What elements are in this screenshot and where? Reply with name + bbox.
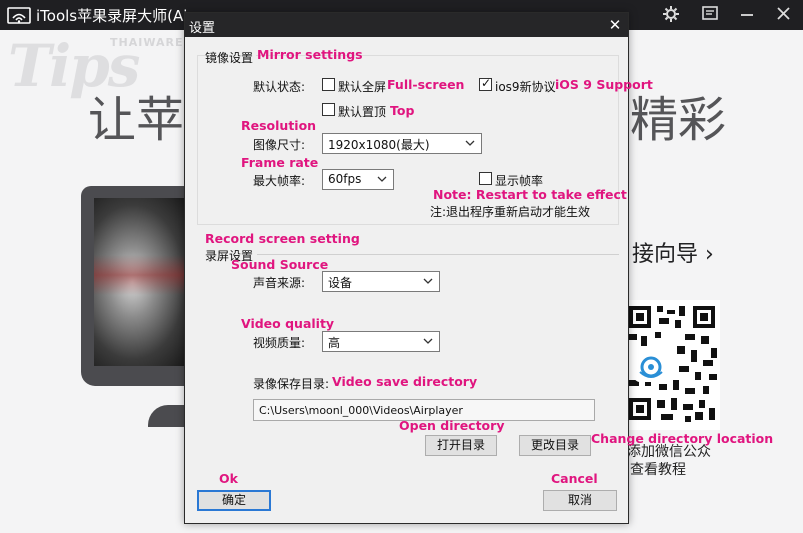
- resolution-annotation: Resolution: [241, 118, 317, 133]
- frame-rate-label: 最大帧率:: [253, 174, 306, 188]
- connect-guide-link[interactable]: 接向导 ›: [632, 236, 714, 268]
- open-dir-annotation: Open directory: [399, 418, 505, 433]
- save-dir-label: 录像保存目录:: [253, 377, 330, 391]
- show-fps-checkbox[interactable]: [479, 172, 492, 185]
- frame-rate-select[interactable]: 60fps: [322, 169, 394, 190]
- always-on-top-checkbox[interactable]: [322, 103, 335, 116]
- sound-source-annotation: Sound Source: [231, 257, 329, 272]
- frame-rate-annotation: Frame rate: [241, 155, 319, 170]
- ios9-protocol-label[interactable]: ios9新协议: [495, 78, 556, 95]
- change-directory-button[interactable]: 更改目录: [519, 435, 591, 456]
- note-annotation: Note: Restart to take effect: [433, 187, 627, 202]
- record-section-divider: [257, 254, 619, 255]
- hero-text-left: 让苹: [88, 92, 185, 148]
- resolution-value: 1920x1080(最大): [328, 138, 430, 152]
- chevron-down-icon: [423, 338, 433, 344]
- chevron-down-icon: [465, 140, 475, 146]
- ios9-protocol-checkbox[interactable]: [479, 76, 492, 91]
- resolution-label: 图像尺寸:: [253, 138, 306, 152]
- watermark-sub: THAIWARE: [110, 36, 184, 49]
- video-quality-value: 高: [328, 336, 341, 350]
- fullscreen-label[interactable]: 默认全屏: [338, 78, 386, 95]
- app-title: iTools苹果录屏大师(Ai: [36, 7, 188, 25]
- fullscreen-annotation: Full-screen: [387, 77, 465, 92]
- dialog-close-icon[interactable]: ✕: [603, 13, 627, 37]
- ios9-annotation: iOS 9 Support: [555, 77, 653, 92]
- frame-rate-value: 60fps: [328, 172, 362, 186]
- always-on-top-label[interactable]: 默认置顶: [338, 103, 386, 120]
- video-quality-label: 视频质量:: [253, 336, 306, 350]
- record-section-annotation: Record screen setting: [205, 231, 360, 246]
- cancel-button[interactable]: 取消: [543, 490, 617, 511]
- resolution-select[interactable]: 1920x1080(最大): [322, 133, 482, 154]
- device-screen-streak: [94, 255, 190, 295]
- fullscreen-checkbox[interactable]: [322, 78, 335, 91]
- device-stand: [148, 405, 188, 427]
- ok-button[interactable]: 确定: [197, 490, 271, 511]
- change-dir-annotation: Change directory location: [591, 431, 774, 446]
- always-on-top-annotation: Top: [390, 103, 415, 118]
- close-icon[interactable]: [772, 3, 796, 25]
- chevron-down-icon: [377, 176, 387, 182]
- airplay-wifi-icon: [7, 7, 31, 24]
- default-state-label: 默认状态:: [253, 80, 306, 94]
- mirror-section-annotation: Mirror settings: [257, 47, 363, 62]
- settings-gear-icon[interactable]: [659, 3, 683, 25]
- save-dir-annotation: Video save directory: [332, 374, 478, 389]
- video-quality-annotation: Video quality: [241, 316, 335, 331]
- sound-source-select[interactable]: 设备: [322, 271, 440, 292]
- open-directory-button[interactable]: 打开目录: [425, 435, 497, 456]
- itools-logo-icon: [634, 352, 668, 382]
- minimize-icon[interactable]: [735, 3, 759, 25]
- feedback-icon[interactable]: [698, 3, 722, 25]
- video-quality-select[interactable]: 高: [322, 331, 440, 352]
- note-text: 注:退出程序重新启动才能生效: [430, 205, 591, 219]
- dialog-titlebar: 设置 ✕: [185, 13, 628, 37]
- dialog-title: 设置: [189, 21, 216, 36]
- ok-annotation: Ok: [219, 471, 238, 486]
- cancel-annotation: Cancel: [551, 471, 598, 486]
- chevron-down-icon: [423, 278, 433, 284]
- sound-source-label: 声音来源:: [253, 276, 306, 290]
- settings-dialog: 设置 ✕ 镜像设置 Mirror settings 默认状态: 默认全屏 Ful…: [184, 12, 773, 524]
- mirror-section-label: 镜像设置: [205, 49, 257, 66]
- sound-source-value: 设备: [328, 276, 353, 290]
- qr-caption-tutorial: 查看教程: [630, 462, 686, 478]
